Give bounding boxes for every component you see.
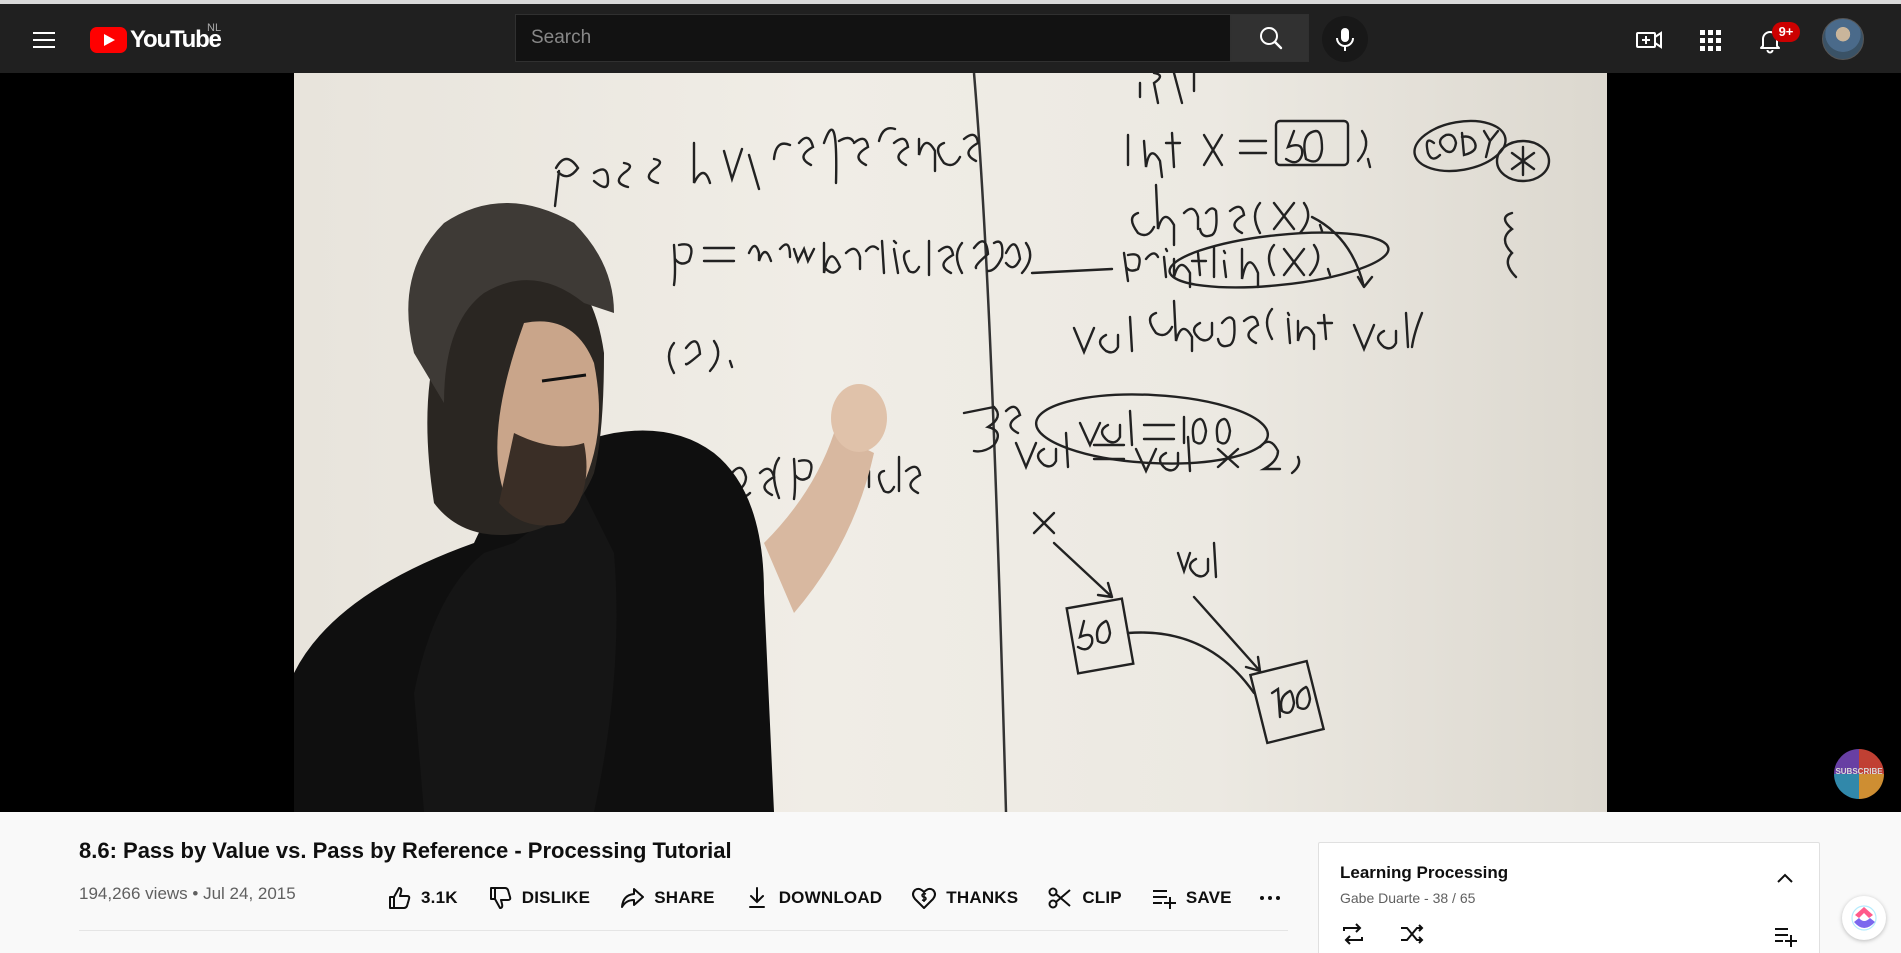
thanks-button[interactable]: THANKS [910, 880, 1018, 916]
search-input[interactable] [516, 15, 1230, 61]
shuffle-icon[interactable] [1397, 919, 1427, 949]
like-count: 3.1K [421, 888, 458, 907]
playlist-title[interactable]: Learning Processing [1340, 863, 1508, 883]
clickup-extension-icon[interactable] [1842, 896, 1886, 940]
video-frame[interactable] [294, 73, 1607, 812]
dislike-button[interactable]: DISLIKE [486, 880, 590, 916]
thumbs-down-icon [489, 887, 511, 909]
presenter [294, 203, 887, 812]
notification-badge: 9+ [1772, 22, 1800, 42]
voice-search-button[interactable] [1322, 16, 1368, 62]
download-icon [748, 887, 765, 908]
share-icon [621, 888, 645, 908]
save-button[interactable]: SAVE [1150, 880, 1232, 916]
clip-label: CLIP [1082, 888, 1122, 907]
save-label: SAVE [1185, 888, 1232, 907]
search-icon [1260, 27, 1283, 50]
playlist-panel: Learning Processing Gabe Duarte - 38 / 6… [1318, 842, 1820, 953]
heart-dollar-icon [912, 887, 937, 909]
dislike-label: DISLIKE [521, 888, 591, 907]
watermark-label: SUBSCRIBE [1835, 767, 1883, 776]
menu-icon[interactable] [28, 24, 60, 56]
search-box [515, 14, 1231, 62]
download-label: DOWNLOAD [778, 888, 883, 907]
whiteboard-lecture-image [294, 73, 1551, 812]
divider [79, 930, 1288, 931]
thanks-label: THANKS [946, 888, 1019, 907]
video-title: 8.6: Pass by Value vs. Pass by Reference… [79, 838, 732, 863]
playlist-subtitle: Gabe Duarte - 38 / 65 [1340, 890, 1476, 906]
video-views-date: 194,266 views • Jul 24, 2015 [79, 884, 296, 903]
create-video-icon[interactable] [1633, 24, 1665, 56]
thumbs-up-icon [389, 887, 411, 909]
share-label: SHARE [654, 888, 715, 907]
share-button[interactable]: SHARE [618, 880, 715, 916]
search-button[interactable] [1231, 14, 1309, 62]
clip-button[interactable]: CLIP [1046, 880, 1122, 916]
video-player[interactable]: SUBSCRIBE [0, 73, 1901, 812]
youtube-watch-page: YouTube NL Search 9+ SUBSCRIBE 8.6: Pass… [0, 0, 1901, 953]
subscribe-watermark[interactable]: SUBSCRIBE [1834, 749, 1884, 799]
action-bar: 3.1K DISLIKE SHARE DOWNLOAD THANKS CLIP [385, 880, 1286, 916]
more-actions-icon[interactable] [1254, 880, 1286, 916]
playlist-save-icon[interactable] [1772, 921, 1800, 949]
apps-icon[interactable] [1694, 24, 1726, 56]
avatar[interactable] [1822, 18, 1864, 60]
masthead: YouTube NL Search 9+ [0, 4, 1901, 73]
country-code: NL [207, 22, 222, 34]
like-button[interactable]: 3.1K [385, 880, 458, 916]
youtube-play-icon [90, 27, 127, 53]
loop-icon[interactable] [1338, 919, 1368, 949]
scissors-icon [1048, 887, 1071, 909]
video-info-area: 8.6: Pass by Value vs. Pass by Reference… [0, 812, 1901, 953]
youtube-logo[interactable]: YouTube [90, 26, 222, 54]
playlist-add-icon [1152, 890, 1176, 909]
mic-icon [1336, 28, 1354, 51]
chevron-up-icon[interactable] [1773, 867, 1797, 891]
download-button[interactable]: DOWNLOAD [743, 880, 883, 916]
